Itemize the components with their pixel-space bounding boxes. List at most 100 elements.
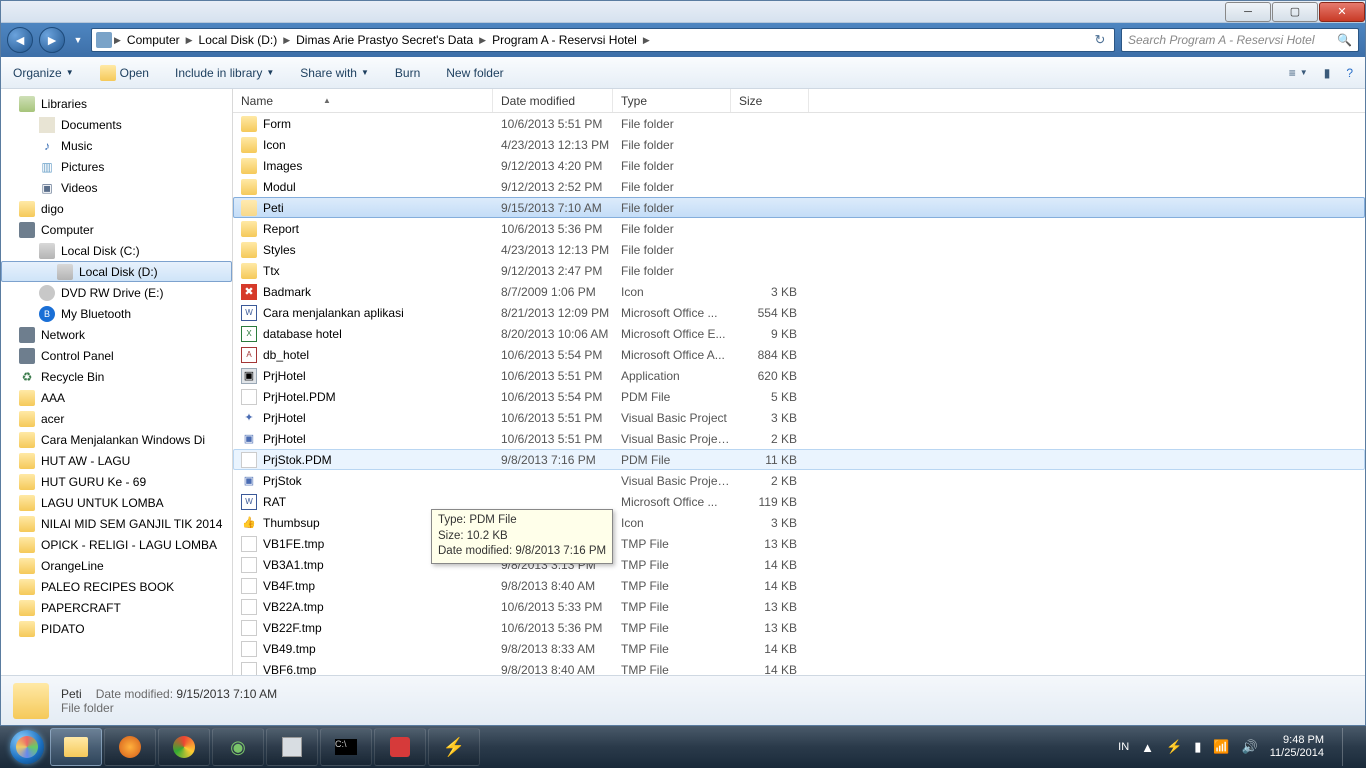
file-rows[interactable]: Form10/6/2013 5:51 PMFile folderIcon4/23… bbox=[233, 113, 1365, 675]
maximize-button[interactable]: ▢ bbox=[1272, 2, 1318, 22]
include-library-menu[interactable]: Include in library▼ bbox=[171, 63, 278, 83]
refresh-button[interactable]: ↻ bbox=[1090, 30, 1110, 50]
tray-volume-icon[interactable]: 🔊 bbox=[1242, 739, 1258, 755]
language-indicator[interactable]: IN bbox=[1118, 741, 1129, 753]
tree-item[interactable]: OrangeLine bbox=[1, 555, 232, 576]
tree-item[interactable]: AAA bbox=[1, 387, 232, 408]
file-row[interactable]: Styles4/23/2013 12:13 PMFile folder bbox=[233, 239, 1365, 260]
search-input[interactable]: Search Program A - Reservsi Hotel 🔍 bbox=[1121, 28, 1359, 52]
file-row[interactable]: Peti9/15/2013 7:10 AMFile folder bbox=[233, 197, 1365, 218]
breadcrumb[interactable]: Computer bbox=[123, 29, 184, 51]
path-separator-icon[interactable]: ▶ bbox=[184, 35, 195, 46]
tree-item[interactable]: Libraries bbox=[1, 93, 232, 114]
taskbar-cmd[interactable]: C:\ bbox=[320, 728, 372, 766]
tree-item[interactable]: HUT GURU Ke - 69 bbox=[1, 471, 232, 492]
file-row[interactable]: VB3A1.tmp9/8/2013 3:13 PMTMP File14 KB bbox=[233, 554, 1365, 575]
tray-power-icon[interactable]: ⚡ bbox=[1166, 739, 1182, 755]
show-desktop-button[interactable] bbox=[1342, 728, 1352, 766]
file-row[interactable]: Icon4/23/2013 12:13 PMFile folder bbox=[233, 134, 1365, 155]
tree-item[interactable]: Control Panel bbox=[1, 345, 232, 366]
organize-menu[interactable]: Organize▼ bbox=[9, 63, 78, 83]
close-button[interactable]: ✕ bbox=[1319, 2, 1365, 22]
tray-network-icon[interactable]: ▮ bbox=[1194, 739, 1201, 755]
tree-item[interactable]: Cara Menjalankan Windows Di bbox=[1, 429, 232, 450]
breadcrumb[interactable]: Program A - Reservsi Hotel bbox=[488, 29, 641, 51]
breadcrumb[interactable]: Local Disk (D:) bbox=[195, 29, 282, 51]
tray-wifi-icon[interactable]: 📶 bbox=[1213, 739, 1229, 755]
column-header-date[interactable]: Date modified bbox=[493, 89, 613, 112]
path-separator-icon[interactable]: ▶ bbox=[112, 35, 123, 46]
column-header-name[interactable]: Name▲ bbox=[233, 89, 493, 112]
tree-item[interactable]: digo bbox=[1, 198, 232, 219]
file-row[interactable]: Xdatabase hotel8/20/2013 10:06 AMMicroso… bbox=[233, 323, 1365, 344]
taskbar-wifi[interactable]: ◉ bbox=[212, 728, 264, 766]
file-row[interactable]: ▣PrjHotel10/6/2013 5:51 PMVisual Basic P… bbox=[233, 428, 1365, 449]
file-row[interactable]: ▣PrjHotel10/6/2013 5:51 PMApplication620… bbox=[233, 365, 1365, 386]
tree-item[interactable]: ♪Music bbox=[1, 135, 232, 156]
tree-item[interactable]: Local Disk (C:) bbox=[1, 240, 232, 261]
preview-pane-button[interactable]: ▮ bbox=[1320, 63, 1335, 83]
back-button[interactable]: ◄ bbox=[7, 27, 33, 53]
view-options-button[interactable]: ≡ ▼ bbox=[1285, 63, 1312, 83]
taskbar-explorer[interactable] bbox=[50, 728, 102, 766]
tree-item[interactable]: OPICK - RELIGI - LAGU LOMBA bbox=[1, 534, 232, 555]
tree-item[interactable]: HUT AW - LAGU bbox=[1, 450, 232, 471]
file-row[interactable]: Adb_hotel10/6/2013 5:54 PMMicrosoft Offi… bbox=[233, 344, 1365, 365]
taskbar-app[interactable] bbox=[266, 728, 318, 766]
navigation-pane[interactable]: LibrariesDocuments♪Music▥Pictures▣Videos… bbox=[1, 89, 233, 675]
file-row[interactable]: VBF6.tmp9/8/2013 8:40 AMTMP File14 KB bbox=[233, 659, 1365, 675]
taskbar-picasa[interactable] bbox=[374, 728, 426, 766]
tree-item[interactable]: LAGU UNTUK LOMBA bbox=[1, 492, 232, 513]
taskbar-clock[interactable]: 9:48 PM 11/25/2014 bbox=[1270, 734, 1324, 760]
column-header-size[interactable]: Size bbox=[731, 89, 809, 112]
tree-item[interactable]: acer bbox=[1, 408, 232, 429]
file-row[interactable]: VB22F.tmp10/6/2013 5:36 PMTMP File13 KB bbox=[233, 617, 1365, 638]
file-row[interactable]: WCara menjalankan aplikasi8/21/2013 12:0… bbox=[233, 302, 1365, 323]
tree-item[interactable]: PALEO RECIPES BOOK bbox=[1, 576, 232, 597]
tree-item[interactable]: Network bbox=[1, 324, 232, 345]
file-row[interactable]: ✦PrjHotel10/6/2013 5:51 PMVisual Basic P… bbox=[233, 407, 1365, 428]
tree-item[interactable]: Computer bbox=[1, 219, 232, 240]
address-bar[interactable]: ▶ Computer ▶ Local Disk (D:) ▶ Dimas Ari… bbox=[91, 28, 1115, 52]
file-row[interactable]: Report10/6/2013 5:36 PMFile folder bbox=[233, 218, 1365, 239]
tree-item[interactable]: BMy Bluetooth bbox=[1, 303, 232, 324]
file-row[interactable]: Form10/6/2013 5:51 PMFile folder bbox=[233, 113, 1365, 134]
file-row[interactable]: ▣PrjStokVisual Basic Projec...2 KB bbox=[233, 470, 1365, 491]
share-with-menu[interactable]: Share with▼ bbox=[296, 63, 373, 83]
file-row[interactable]: PrjStok.PDM9/8/2013 7:16 PMPDM File11 KB bbox=[233, 449, 1365, 470]
open-button[interactable]: Open bbox=[96, 62, 153, 84]
tree-item[interactable]: Documents bbox=[1, 114, 232, 135]
taskbar-winamp[interactable]: ⚡ bbox=[428, 728, 480, 766]
file-row[interactable]: WRATMicrosoft Office ...119 KB bbox=[233, 491, 1365, 512]
burn-button[interactable]: Burn bbox=[391, 63, 424, 83]
file-row[interactable]: Ttx9/12/2013 2:47 PMFile folder bbox=[233, 260, 1365, 281]
tree-item[interactable]: ▥Pictures bbox=[1, 156, 232, 177]
file-row[interactable]: 👍ThumbsupIcon3 KB bbox=[233, 512, 1365, 533]
tree-item[interactable]: ♻Recycle Bin bbox=[1, 366, 232, 387]
path-separator-icon[interactable]: ▶ bbox=[641, 35, 652, 46]
history-dropdown[interactable]: ▼ bbox=[71, 27, 85, 53]
file-row[interactable]: ✖Badmark8/7/2009 1:06 PMIcon3 KB bbox=[233, 281, 1365, 302]
tree-item[interactable]: PAPERCRAFT bbox=[1, 597, 232, 618]
file-row[interactable]: Modul9/12/2013 2:52 PMFile folder bbox=[233, 176, 1365, 197]
tree-item[interactable]: PIDATO bbox=[1, 618, 232, 639]
file-row[interactable]: VB4F.tmp9/8/2013 8:40 AMTMP File14 KB bbox=[233, 575, 1365, 596]
minimize-button[interactable]: ─ bbox=[1225, 2, 1271, 22]
start-button[interactable] bbox=[6, 728, 48, 766]
system-tray[interactable]: IN ▲ ⚡ ▮ 📶 🔊 9:48 PM 11/25/2014 bbox=[1118, 728, 1360, 766]
path-separator-icon[interactable]: ▶ bbox=[281, 35, 292, 46]
taskbar-firefox[interactable] bbox=[104, 728, 156, 766]
tray-flag-icon[interactable]: ▲ bbox=[1141, 740, 1154, 755]
tree-item[interactable]: ▣Videos bbox=[1, 177, 232, 198]
file-row[interactable]: VB49.tmp9/8/2013 8:33 AMTMP File14 KB bbox=[233, 638, 1365, 659]
tree-item[interactable]: DVD RW Drive (E:) bbox=[1, 282, 232, 303]
path-separator-icon[interactable]: ▶ bbox=[477, 35, 488, 46]
column-header-type[interactable]: Type bbox=[613, 89, 731, 112]
file-row[interactable]: VB22A.tmp10/6/2013 5:33 PMTMP File13 KB bbox=[233, 596, 1365, 617]
new-folder-button[interactable]: New folder bbox=[442, 63, 507, 83]
tree-item[interactable]: Local Disk (D:) bbox=[1, 261, 232, 282]
taskbar[interactable]: ◉ C:\ ⚡ IN ▲ ⚡ ▮ 📶 🔊 9:48 PM 11/25/2014 bbox=[0, 726, 1366, 768]
help-button[interactable]: ? bbox=[1342, 63, 1357, 83]
taskbar-chrome[interactable] bbox=[158, 728, 210, 766]
file-row[interactable]: VB1FE.tmp9/8/2013 8:56 AMTMP File13 KB bbox=[233, 533, 1365, 554]
